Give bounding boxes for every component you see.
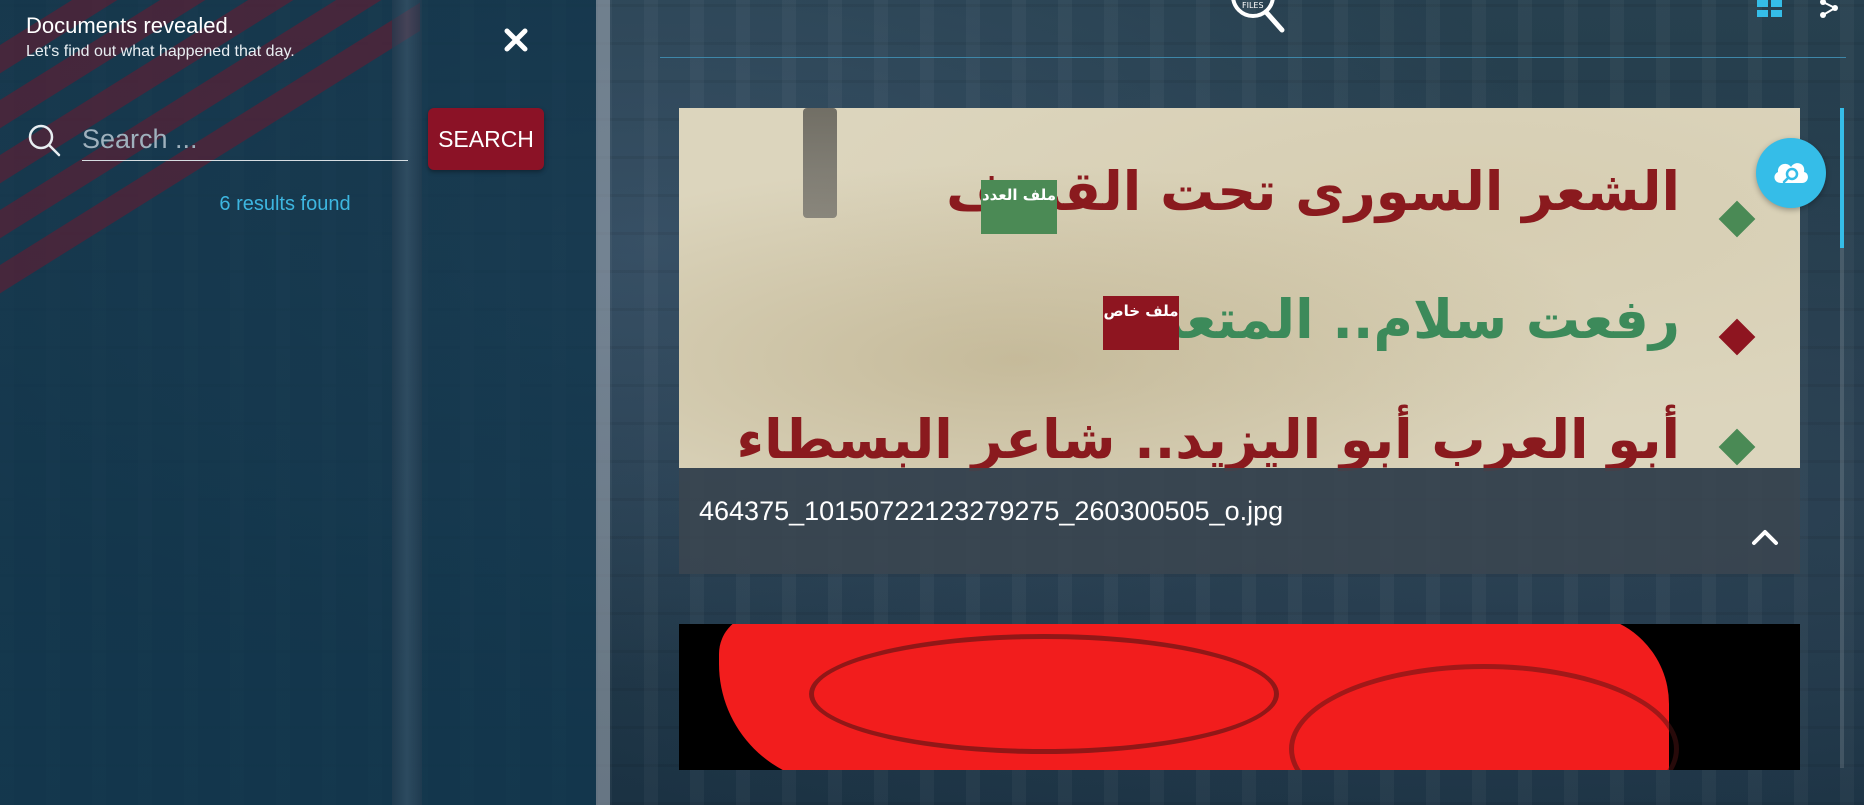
cloud-search-button[interactable] <box>1756 138 1826 208</box>
share-icon[interactable] <box>1818 0 1840 18</box>
grid-view-icon[interactable] <box>1757 0 1783 18</box>
vertical-logo-fragment <box>803 108 837 218</box>
close-button[interactable] <box>498 22 534 58</box>
header-divider <box>660 57 1846 58</box>
panel-subtitle: Let's find out what happened that day. <box>26 43 295 60</box>
logo-magnifier-icon: FILES <box>1231 0 1285 33</box>
image-shape <box>809 634 1279 754</box>
image-text-line: رفعت سلام.. المتعدد <box>1127 288 1680 351</box>
expand-toggle-button[interactable] <box>1750 526 1780 548</box>
image-text-line: أبو العرب أبو اليزيد.. شاعر البسطاء <box>736 408 1680 471</box>
close-icon <box>504 28 528 52</box>
results-count: 6 results found <box>219 193 351 215</box>
search-input[interactable] <box>82 118 408 161</box>
result-image[interactable]: الشعر السورى تحت القصف رفعت سلام.. المتع… <box>679 108 1800 471</box>
scrollbar-thumb[interactable] <box>1840 108 1844 248</box>
result-caption: 464375_10150722123279275_260300505_o.jpg <box>679 468 1800 574</box>
chevron-up-icon <box>1752 530 1778 545</box>
result-card[interactable]: الشعر السورى تحت القصف رفعت سلام.. المتع… <box>679 108 1800 574</box>
panel-title: Documents revealed. <box>26 13 234 38</box>
bullet-diamond <box>1718 200 1756 238</box>
cloud-search-icon <box>1774 163 1808 184</box>
bullet-diamond <box>1718 318 1756 356</box>
svg-text:FILES: FILES <box>1242 1 1264 10</box>
result-filename: 464375_10150722123279275_260300505_o.jpg <box>699 496 1284 526</box>
result-card[interactable] <box>679 624 1800 770</box>
image-badge: ملف خاص <box>1103 296 1179 350</box>
search-button[interactable]: SEARCH <box>428 108 544 170</box>
files-logo[interactable]: FILES <box>1220 0 1290 36</box>
bullet-diamond <box>1718 428 1756 466</box>
panel-divider <box>596 0 610 805</box>
search-panel: Documents revealed. Let's find out what … <box>0 0 596 805</box>
image-badge: ملف العدد <box>981 180 1057 234</box>
search-icon <box>26 122 62 158</box>
